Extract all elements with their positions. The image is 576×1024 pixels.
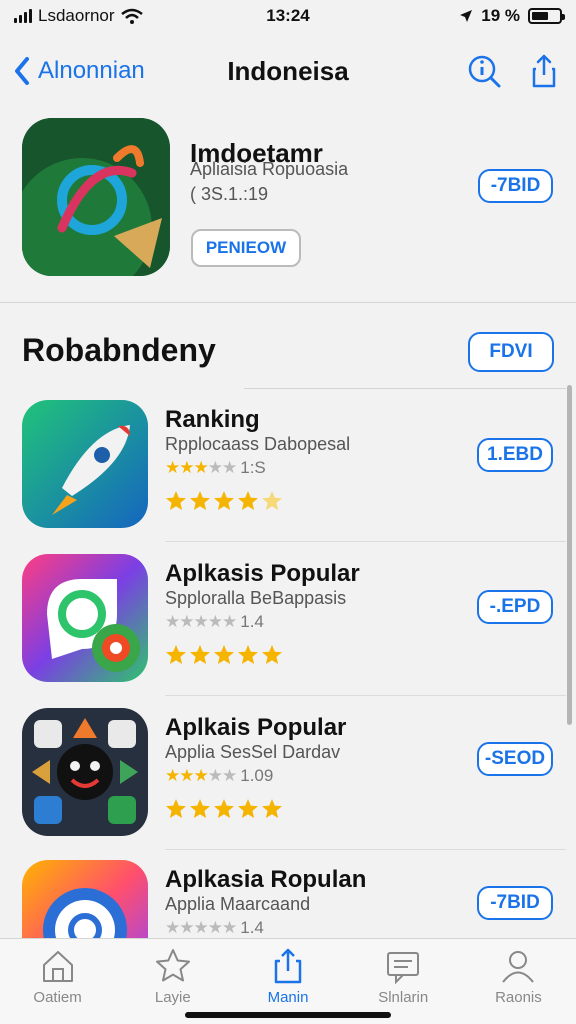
tab-0[interactable]: Oatiem: [0, 939, 115, 1024]
star-icon: [166, 491, 186, 510]
tab-label: Layie: [154, 989, 191, 1006]
star-icon: [262, 799, 282, 818]
star-icon: [238, 645, 258, 664]
location-icon: [460, 10, 473, 22]
mini-star-rating: ★★★★★: [165, 458, 237, 477]
scrollbar[interactable]: [567, 385, 572, 725]
app-rating-meta: ★★★★★ 1:S: [165, 458, 266, 478]
star-icon: [166, 799, 186, 818]
game-icon: [22, 708, 148, 836]
app-rating-text: 1.09: [240, 766, 274, 785]
star-rating: [165, 798, 283, 820]
section-action-button[interactable]: FDVI: [468, 332, 554, 372]
section-title: Robabndeny: [22, 332, 216, 368]
tab-label: Manin: [267, 989, 309, 1006]
tab-label: Raonis: [495, 989, 542, 1006]
star-rating: [165, 644, 283, 666]
app-row[interactable]: Aplkasis Popular Spploralla BeBappasis ★…: [0, 546, 576, 696]
signal-icon: [14, 9, 32, 23]
mini-star-rating: ★★★★★: [165, 612, 237, 631]
section-header-divider: [244, 388, 566, 389]
share-icon[interactable]: [526, 53, 562, 89]
tab-bar: Oatiem Layie Manin Slnlarin Raonis: [0, 938, 576, 1024]
get-button[interactable]: -SEOD: [477, 742, 553, 776]
app-rating-meta: ★★★★★ 1.09: [165, 766, 273, 786]
back-label: Alnonnian: [38, 57, 145, 84]
tab-label: Oatiem: [33, 989, 82, 1006]
star-icon: [190, 799, 210, 818]
camera-icon: [22, 554, 148, 682]
app-subtitle: Spploralla BeBappasis: [165, 588, 347, 608]
star-icon: [262, 491, 282, 510]
star-icon: [214, 491, 234, 510]
status-right: 19 %: [459, 6, 565, 26]
home-icon: [42, 951, 73, 982]
nav-bar: Alnonnian Indoneisa: [0, 40, 576, 102]
music-note-icon: [22, 118, 170, 276]
app-rating-meta: ★★★★★ 1.4: [165, 918, 264, 938]
app-name: Aplkasis Popular: [165, 560, 360, 587]
app-row[interactable]: Ranking Rpplocaass Dabopesal ★★★★★ 1:S 1…: [0, 392, 576, 542]
featured-app-icon[interactable]: [22, 118, 170, 276]
person-icon: [502, 951, 535, 983]
message-icon: [387, 952, 420, 985]
battery-icon: [528, 8, 565, 24]
section-divider: [0, 302, 576, 303]
status-left: Lsdaornor: [14, 6, 143, 26]
info-search-icon[interactable]: [466, 53, 502, 89]
tab-label: Slnlarin: [378, 989, 429, 1006]
back-button[interactable]: Alnonnian: [14, 56, 145, 86]
star-icon: [262, 645, 282, 664]
app-rating-text: 1.4: [240, 612, 264, 631]
app-rating-text: 1.4: [240, 918, 264, 937]
mini-star-rating: ★★★★★: [165, 918, 237, 937]
status-bar: Lsdaornor 13:24 19 %: [0, 0, 576, 32]
carrier-label: Lsdaornor: [38, 6, 115, 25]
app-subtitle: Applia Maarcaand: [165, 894, 311, 914]
app-subtitle: Rpplocaass Dabopesal: [165, 434, 351, 454]
app-name: Ranking: [165, 406, 260, 433]
featured-app-version: ( 3S.1.:19: [190, 184, 269, 204]
row-divider: [165, 541, 566, 542]
battery-level: [532, 12, 548, 20]
get-button[interactable]: -7BID: [477, 886, 553, 920]
app-subtitle: Applia SesSel Dardav: [165, 742, 341, 762]
featured-get-button[interactable]: -7BID: [478, 169, 553, 203]
upload-icon: [274, 948, 302, 984]
app-name: Aplkasia Ropulan: [165, 866, 367, 893]
app-rating-text: 1:S: [240, 458, 266, 477]
star-icon: [190, 491, 210, 510]
star-icon: [238, 799, 258, 818]
star-rating: [165, 490, 283, 512]
featured-app-subtitle: Apliaisia Ropuoasia: [190, 159, 349, 179]
star-icon: [190, 645, 210, 664]
rocket-icon: [22, 400, 148, 528]
battery-percent: 19 %: [481, 6, 520, 25]
app-name: Aplkais Popular: [165, 714, 347, 741]
wifi-icon: [120, 8, 143, 24]
star-icon: [214, 799, 234, 818]
nav-actions: [466, 53, 562, 89]
star-icon: [238, 491, 258, 510]
review-button[interactable]: PENIEOW: [191, 229, 301, 267]
home-indicator: [185, 1012, 391, 1018]
app-row[interactable]: Aplkais Popular Applia SesSel Dardav ★★★…: [0, 700, 576, 850]
star-icon: [214, 645, 234, 664]
star-icon: [166, 645, 186, 664]
star-icon: [155, 949, 190, 982]
row-divider: [165, 849, 566, 850]
tab-4[interactable]: Raonis: [461, 939, 576, 1024]
get-button[interactable]: 1.EBD: [477, 438, 553, 472]
chevron-left-icon: [15, 57, 29, 85]
featured-app: Imdoetamr Apliaisia Ropuoasia ( 3S.1.:19…: [0, 112, 576, 302]
row-divider: [165, 695, 566, 696]
app-rating-meta: ★★★★★ 1.4: [165, 612, 264, 632]
mini-star-rating: ★★★★★: [165, 766, 237, 785]
get-button[interactable]: -.EPD: [477, 590, 553, 624]
